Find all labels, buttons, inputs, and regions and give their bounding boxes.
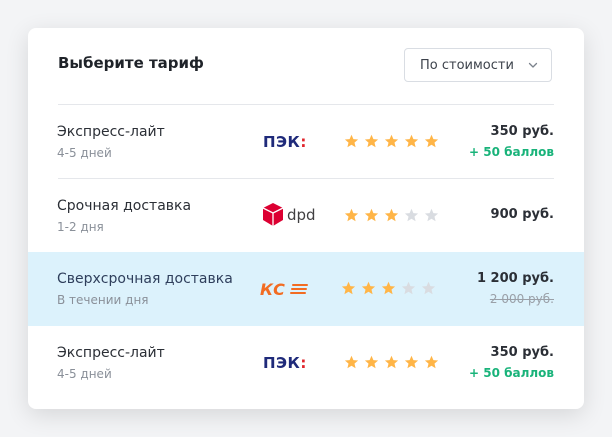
tariff-name: Экспресс-лайт — [57, 345, 165, 361]
star-filled-icon — [364, 134, 379, 148]
tariff-duration: 4-5 дней — [57, 367, 112, 381]
star-filled-icon — [424, 134, 439, 148]
star-empty-icon — [404, 208, 419, 222]
sort-dropdown[interactable]: По стоимости — [404, 48, 552, 82]
chevron-down-icon — [528, 62, 538, 68]
star-filled-icon — [364, 208, 379, 222]
star-empty-icon — [421, 281, 436, 295]
star-filled-icon — [424, 355, 439, 369]
dpd-cube-icon — [262, 203, 284, 226]
tariff-price: 350 руб. — [490, 345, 554, 360]
sort-dropdown-label: По стоимости — [420, 57, 514, 73]
tariff-name: Срочная доставка — [57, 198, 192, 214]
star-filled-icon — [404, 134, 419, 148]
rating-stars — [344, 134, 444, 150]
star-filled-icon — [384, 134, 399, 148]
star-filled-icon — [344, 208, 359, 222]
rating-stars — [344, 208, 444, 224]
tariff-name: Сверхсрочная доставка — [57, 271, 233, 287]
star-filled-icon — [364, 355, 379, 369]
tariff-row[interactable]: Срочная доставка 1-2 дня dpd 900 руб. — [28, 179, 584, 253]
carrier-logo-text: ПЭК: — [263, 354, 307, 372]
star-empty-icon — [424, 208, 439, 222]
star-filled-icon — [344, 355, 359, 369]
tariff-bonus: + 50 баллов — [468, 366, 554, 380]
tariff-card: Выберите тариф По стоимости Экспресс-лай… — [28, 28, 584, 409]
tariff-price: 900 руб. — [490, 207, 554, 222]
rating-stars — [344, 355, 444, 371]
carrier-logo-text: dpd — [287, 206, 316, 224]
tariff-row[interactable]: Экспресс-лайт 4-5 дней ПЭК: 350 руб. + 5… — [28, 326, 584, 400]
tariff-price: 350 руб. — [490, 124, 554, 139]
carrier-logo-text: ПЭК: — [263, 133, 307, 151]
tariff-row-selected[interactable]: Сверхсрочная доставка В течении дня КС 1… — [28, 252, 584, 326]
carrier-logo-text: КС — [260, 280, 285, 299]
tariff-old-price: 2 000 руб. — [489, 292, 554, 306]
tariff-duration: 4-5 дней — [57, 146, 112, 160]
pek-logo: ПЭК: — [263, 133, 307, 151]
page-title: Выберите тариф — [58, 54, 204, 72]
tariff-duration: 1-2 дня — [57, 220, 104, 234]
tariff-price: 1 200 руб. — [476, 271, 554, 286]
tariff-row[interactable]: Экспресс-лайт 4-5 дней ПЭК: 350 руб. + 5… — [28, 105, 584, 179]
star-filled-icon — [341, 281, 356, 295]
star-filled-icon — [344, 134, 359, 148]
tariff-duration: В течении дня — [57, 293, 149, 307]
pek-logo: ПЭК: — [263, 354, 307, 372]
tariff-name: Экспресс-лайт — [57, 124, 165, 140]
rating-stars — [341, 281, 441, 297]
star-filled-icon — [384, 208, 399, 222]
star-filled-icon — [361, 281, 376, 295]
star-empty-icon — [401, 281, 416, 295]
kse-logo: КС — [260, 280, 308, 299]
tariff-bonus: + 50 баллов — [468, 145, 554, 159]
star-filled-icon — [404, 355, 419, 369]
star-filled-icon — [381, 281, 396, 295]
star-filled-icon — [384, 355, 399, 369]
dpd-logo: dpd — [262, 203, 316, 226]
